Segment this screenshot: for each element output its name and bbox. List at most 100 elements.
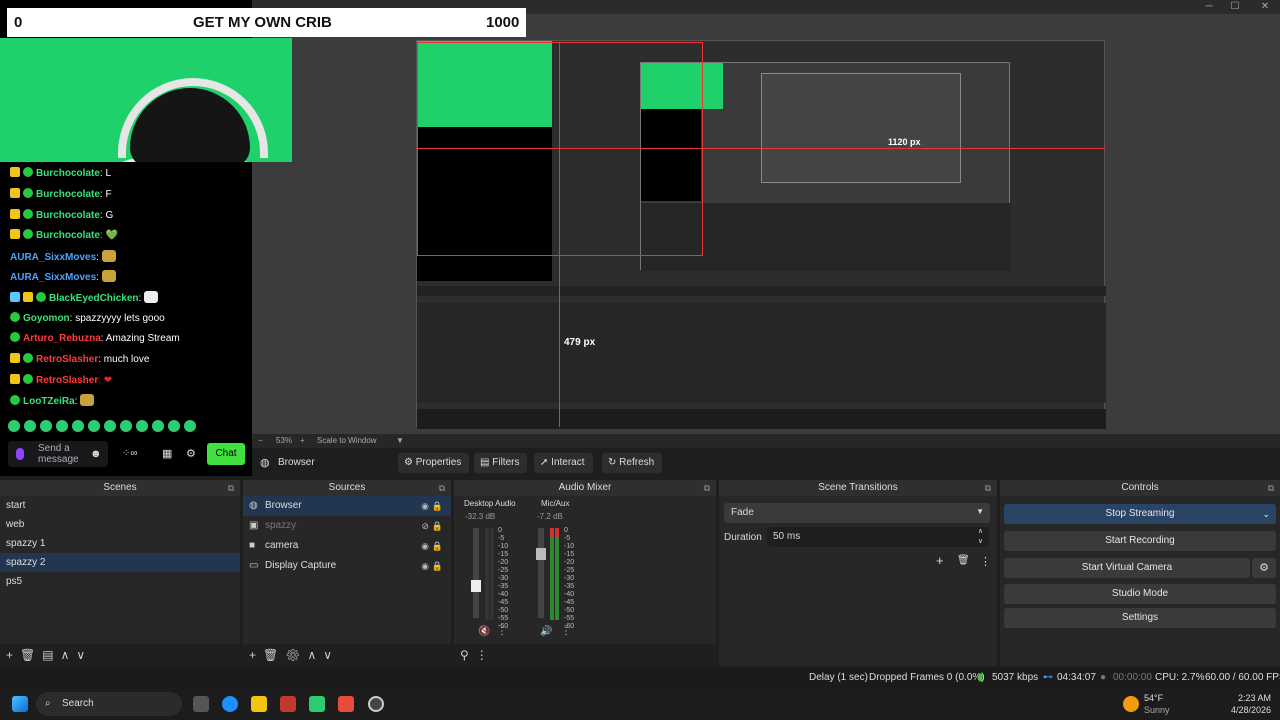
file-explorer-icon[interactable] [251,696,267,712]
weather-condition: Sunny [1144,705,1170,715]
kebab-menu-icon[interactable]: ⋮ [980,555,991,568]
refresh-button[interactable]: ↻ Refresh [602,453,663,473]
scenes-title: Scenes [103,482,137,493]
gear-icon[interactable]: ⚙ [1252,558,1276,578]
chat-message: Burchocolate: F [10,188,112,200]
volume-fader[interactable] [538,528,544,618]
lock-icon[interactable]: 🔒 [432,556,443,576]
trash-icon[interactable]: 🗑 [263,648,285,662]
controls-title: Controls [1121,482,1159,493]
trash-icon[interactable]: 🗑 [20,648,42,662]
source-item[interactable]: ■ camera ◉ 🔒 [243,536,451,556]
move-up-icon[interactable]: ∧ [307,648,323,662]
properties-button[interactable]: ⚙ Properties [398,453,470,473]
transition-select[interactable]: Fade ▼ [724,503,990,523]
edge-icon[interactable] [222,696,238,712]
verified-icon [10,395,20,405]
eye-hidden-icon[interactable]: ⊘ [421,516,429,536]
globe-icon: ◍ [249,500,258,511]
dock-float-icon[interactable]: ⧉ [704,480,710,496]
source-toolbar: ◍ Browser ⚙ Properties ▤ Filters ➚ Inter… [252,448,1280,478]
goal-current: 0 [14,14,23,31]
kick-icon[interactable] [309,696,325,712]
move-up-icon[interactable]: ∧ [61,648,77,662]
task-view-icon[interactable] [193,696,209,712]
move-down-icon[interactable]: ∨ [76,648,92,662]
interact-button[interactable]: ➚ Interact [534,453,593,473]
spin-down-icon[interactable]: ∨ [978,537,983,545]
channel-name: Mic/Aux [541,499,570,508]
kebab-menu-icon[interactable]: ⋮ [476,648,495,662]
lock-icon[interactable]: 🔒 [432,516,443,536]
maximize-button[interactable]: ☐ [1222,0,1248,14]
settings-button[interactable]: Settings [1004,608,1276,628]
chevron-down-icon[interactable]: ▼ [396,436,404,445]
scene-item[interactable]: spazzy 1 [0,534,240,553]
studio-mode-button[interactable]: Studio Mode [1004,584,1276,604]
filter-icon[interactable]: ▤ [42,648,60,662]
scene-item[interactable]: web [0,515,240,534]
emote-icon [80,394,95,406]
volume-fader[interactable] [473,528,479,618]
brave-icon[interactable] [338,696,354,712]
muted-speaker-icon[interactable]: 🔇 [478,626,490,637]
dock-float-icon[interactable]: ⧉ [985,480,991,496]
verified-icon [36,292,46,302]
kebab-menu-icon[interactable]: ⋮ [497,626,507,637]
spin-up-icon[interactable]: ∧ [978,527,983,535]
fader-handle[interactable] [536,548,546,560]
dock-float-icon[interactable]: ⧉ [1268,480,1274,496]
lock-icon[interactable]: 🔒 [432,536,443,556]
windows-start-icon[interactable] [12,696,28,712]
taskbar-search[interactable]: ⌕ Search [36,692,182,716]
scene-item[interactable]: start [0,496,240,515]
add-icon[interactable]: + [6,648,20,662]
obs-icon[interactable] [368,696,384,712]
minus-icon[interactable]: − [258,436,263,445]
window-icon: ▣ [249,520,259,531]
close-button[interactable]: ✕ [1252,0,1278,14]
selection-bounds-box [417,42,703,256]
gear-icon[interactable]: ⚙ [186,447,196,460]
lock-icon[interactable]: 🔒 [432,496,443,516]
chat-send-button[interactable]: Chat [207,443,245,465]
points-icon[interactable]: ⁘∞ [122,448,138,459]
kebab-menu-icon[interactable]: ⋮ [561,626,571,637]
zoom-mode[interactable]: Scale to Window [317,436,377,445]
clock-time[interactable]: 2:23 AM [1238,693,1271,703]
hype-emote-icon [101,250,116,262]
filters-button[interactable]: ▤ Filters [474,453,528,473]
verified-icon [10,332,20,342]
source-item[interactable]: ▣ spazzy ⊘ 🔒 [243,516,451,536]
clock-date[interactable]: 4/28/2026 [1231,705,1271,715]
link-icon[interactable]: ⚲ [460,648,476,662]
distance-label-nested: 1120 px [888,137,921,147]
store-icon[interactable]: ▦ [162,447,172,460]
start-virtual-camera-button[interactable]: Start Virtual Camera [1004,558,1250,578]
scene-item[interactable]: ps5 [0,572,240,591]
add-icon[interactable]: + [936,553,944,568]
acrobat-icon[interactable] [280,696,296,712]
source-item[interactable]: ◍ Browser ◉ 🔒 [243,496,451,516]
duration-spinbox[interactable]: 50 ms ∧ ∨ [767,527,989,547]
dock-float-icon[interactable]: ⧉ [228,480,234,496]
trash-icon[interactable]: 🗑 [957,555,970,566]
stop-streaming-button[interactable]: Stop Streaming ⌄ [1004,504,1276,524]
source-item[interactable]: ▭ Display Capture ◉ 🔒 [243,556,451,576]
windows-taskbar: ⌕ Search 54°F Sunny 2:23 AM 4/28/2026 [0,688,1280,720]
eye-icon[interactable]: ◉ [421,556,429,576]
start-recording-button[interactable]: Start Recording [1004,531,1276,551]
gear-icon[interactable]: ⚙ [285,648,307,662]
plus-icon[interactable]: + [300,436,305,445]
distance-label: 479 px [564,337,596,348]
speaker-icon[interactable]: 🔊 [540,626,552,637]
minimize-button[interactable]: ─ [1196,0,1222,14]
scene-item-selected[interactable]: spazzy 2 [0,553,240,572]
eye-icon[interactable]: ◉ [421,536,429,556]
dock-float-icon[interactable]: ⧉ [439,480,445,496]
fader-handle[interactable] [471,580,481,592]
eye-icon[interactable]: ◉ [421,496,429,516]
emoji-icon[interactable]: ☻ [90,448,102,460]
move-down-icon[interactable]: ∨ [323,648,339,662]
add-icon[interactable]: + [249,648,263,662]
